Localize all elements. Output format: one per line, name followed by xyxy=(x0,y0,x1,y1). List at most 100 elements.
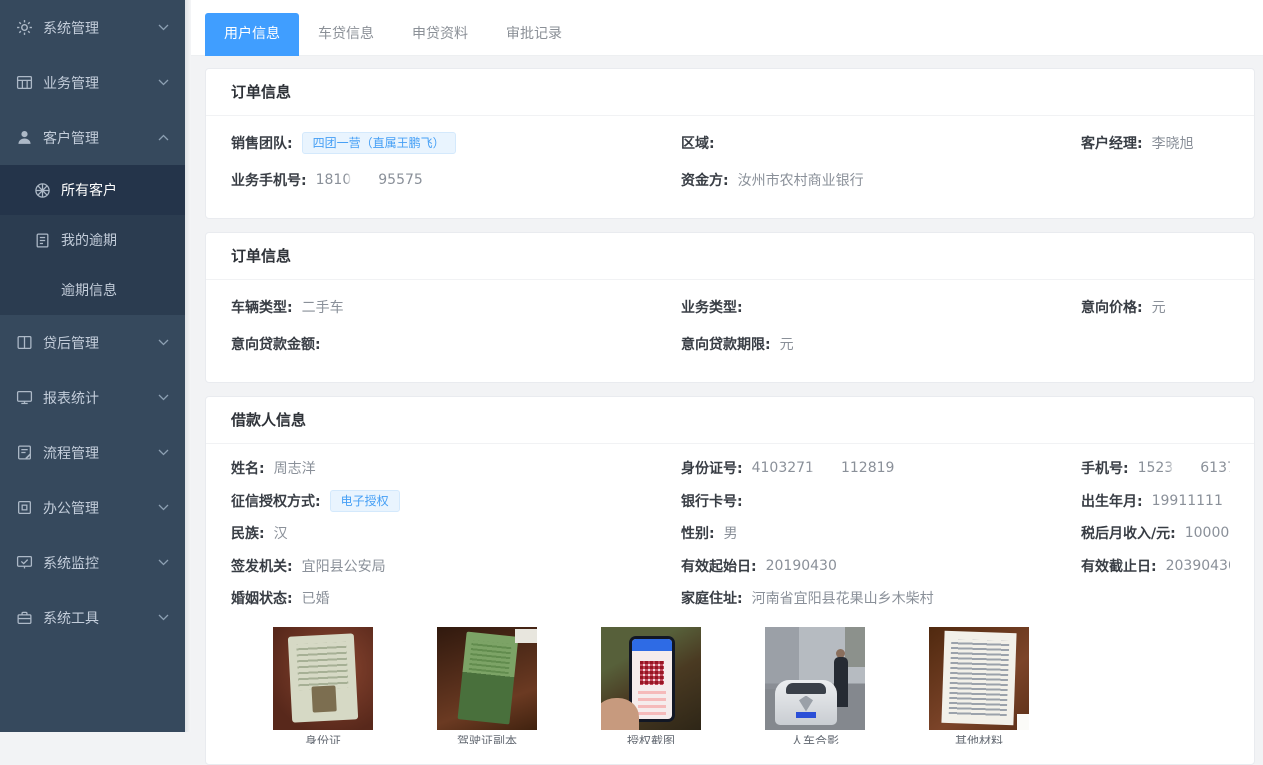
field-sales-team: 销售团队: 四团一营（直属王鹏飞） xyxy=(231,132,681,154)
id-card-photo[interactable] xyxy=(273,627,373,730)
file-icon xyxy=(34,232,51,249)
chevron-down-icon xyxy=(158,449,169,456)
license-plate xyxy=(796,712,816,718)
phone-app-bar xyxy=(632,639,672,651)
photo-label: 人车合影 xyxy=(765,735,865,744)
qr-auth-photo[interactable] xyxy=(601,627,701,730)
redaction-blur xyxy=(814,460,841,473)
field-region: 区域: xyxy=(681,133,1081,153)
screen-text-rows xyxy=(638,691,666,715)
tab-loan-application-docs[interactable]: 申贷资料 xyxy=(393,13,487,56)
sidebar-item-process-mgmt[interactable]: 流程管理 xyxy=(0,425,185,480)
sidebar-item-customer-mgmt[interactable]: 客户管理 xyxy=(0,110,185,165)
monitor-check-icon xyxy=(16,554,33,571)
booklet-text-lines xyxy=(469,640,512,674)
sidebar-item-system-monitor[interactable]: 系统监控 xyxy=(0,535,185,590)
car-windshield xyxy=(786,683,826,694)
sidebar-item-label: 系统管理 xyxy=(43,18,158,38)
field-intent-loan-term: 意向贷款期限: 元 xyxy=(681,334,1081,354)
gear-icon xyxy=(16,19,33,36)
redaction-blur xyxy=(1173,460,1200,473)
photo-item: 人车合影 xyxy=(765,627,865,744)
sales-team-tag[interactable]: 四团一营（直属王鹏飞） xyxy=(302,132,456,154)
photo-item: 身份证 xyxy=(273,627,373,744)
id-card-text-lines xyxy=(296,641,348,690)
field-intent-loan-amount: 意向贷款金额: xyxy=(231,334,681,354)
handwritten-doc-photo[interactable] xyxy=(929,627,1029,730)
sidebar-item-all-customers[interactable]: 所有客户 xyxy=(0,165,185,215)
field-issuing-authority: 签发机关: 宜阳县公安局 xyxy=(231,556,681,576)
sidebar-item-label: 业务管理 xyxy=(43,73,158,93)
sidebar-item-label: 贷后管理 xyxy=(43,333,158,353)
car-grille xyxy=(799,696,813,712)
photo-label: 其他材料 xyxy=(929,735,1029,744)
sidebar-item-label: 办公管理 xyxy=(43,498,158,518)
green-booklet-photo[interactable] xyxy=(437,627,537,730)
field-bank-card: 银行卡号: xyxy=(681,491,1081,511)
chevron-down-icon xyxy=(158,614,169,621)
user-icon xyxy=(16,129,33,146)
sidebar-item-system-tools[interactable]: 系统工具 xyxy=(0,590,185,645)
phone-screen xyxy=(632,639,672,719)
user-info-panel: 订单信息 销售团队: 四团一营（直属王鹏飞） 区域: 客户经理: 李晓旭 业务手 xyxy=(191,56,1263,765)
wheel-icon xyxy=(34,182,51,199)
field-gender: 性别: 男 xyxy=(681,523,1081,543)
card-title: 订单信息 xyxy=(206,69,1254,116)
paper-corner xyxy=(1017,714,1029,730)
sidebar-item-report-stats[interactable]: 报表统计 xyxy=(0,370,185,425)
id-card-portrait xyxy=(311,685,336,712)
customer-mgmt-submenu: 所有客户 我的逾期 逾期信息 xyxy=(0,165,185,315)
photo-label: 身份证 xyxy=(273,735,373,744)
field-birth-date: 出生年月: 19911111 xyxy=(1081,491,1230,511)
handwriting-lines xyxy=(949,639,1010,717)
field-intent-price: 意向价格: 元 xyxy=(1081,297,1230,317)
sidebar-item-label: 客户管理 xyxy=(43,128,158,148)
loan-intent-card: 订单信息 车辆类型: 二手车 业务类型: 意向价格: 元 意向贷款金额: xyxy=(205,232,1255,383)
car-graphic xyxy=(775,680,837,725)
tab-car-loan-info[interactable]: 车贷信息 xyxy=(299,13,393,56)
sidebar-item-system-mgmt[interactable]: 系统管理 xyxy=(0,0,185,55)
chevron-up-icon xyxy=(158,134,169,141)
detail-tabs: 用户信息 车贷信息 申贷资料 审批记录 xyxy=(191,0,1263,56)
sidebar-item-label: 所有客户 xyxy=(61,180,169,200)
field-account-manager: 客户经理: 李晓旭 xyxy=(1081,133,1230,153)
redaction-blur xyxy=(351,172,378,185)
sidebar-item-office-mgmt[interactable]: 办公管理 xyxy=(0,480,185,535)
sidebar-item-label: 逾期信息 xyxy=(61,280,169,300)
id-card-graphic xyxy=(288,633,358,722)
chevron-down-icon xyxy=(158,24,169,31)
sidebar-item-overdue-info[interactable]: 逾期信息 xyxy=(0,265,185,315)
tree-graphic xyxy=(845,627,865,667)
photo-label: 授权截图 xyxy=(601,735,701,744)
green-booklet-graphic xyxy=(458,631,519,724)
sidebar-item-label: 系统工具 xyxy=(43,608,158,628)
sidebar-item-label: 系统监控 xyxy=(43,553,158,573)
monitor-icon xyxy=(16,389,33,406)
field-business-phone: 业务手机号: 181095575 xyxy=(231,170,681,190)
chevron-down-icon xyxy=(158,79,169,86)
tab-user-info[interactable]: 用户信息 xyxy=(205,13,299,56)
field-business-type: 业务类型: xyxy=(681,297,1081,317)
sidebar-item-business-mgmt[interactable]: 业务管理 xyxy=(0,55,185,110)
car-person-photo[interactable] xyxy=(765,627,865,730)
sidebar-item-postloan-mgmt[interactable]: 贷后管理 xyxy=(0,315,185,370)
field-home-address: 家庭住址: 河南省宜阳县花果山乡木柴村 xyxy=(681,588,1081,608)
chevron-down-icon xyxy=(158,504,169,511)
sidebar-item-my-overdue[interactable]: 我的逾期 xyxy=(0,215,185,265)
field-vehicle-type: 车辆类型: 二手车 xyxy=(231,297,681,317)
sidebar-item-label: 我的逾期 xyxy=(61,230,169,250)
credit-auth-tag: 电子授权 xyxy=(330,490,400,512)
field-valid-to: 有效截止日: 20390430 xyxy=(1081,556,1230,576)
photo-item: 其他材料 xyxy=(929,627,1029,744)
card-title: 订单信息 xyxy=(206,233,1254,280)
field-marital-status: 婚姻状态: 已婚 xyxy=(231,588,681,608)
chevron-down-icon xyxy=(158,339,169,346)
field-mobile-phone: 手机号: 15236137 xyxy=(1081,458,1230,478)
photo-item: 驾驶证副本 xyxy=(437,627,537,744)
sidebar-item-label: 报表统计 xyxy=(43,388,158,408)
sidebar-scrollbar[interactable] xyxy=(185,0,191,732)
field-valid-from: 有效起始日: 20190430 xyxy=(681,556,1081,576)
tab-approval-records[interactable]: 审批记录 xyxy=(487,13,581,56)
document-photos: 身份证 驾驶证副本 xyxy=(273,627,1230,744)
book-icon xyxy=(16,334,33,351)
